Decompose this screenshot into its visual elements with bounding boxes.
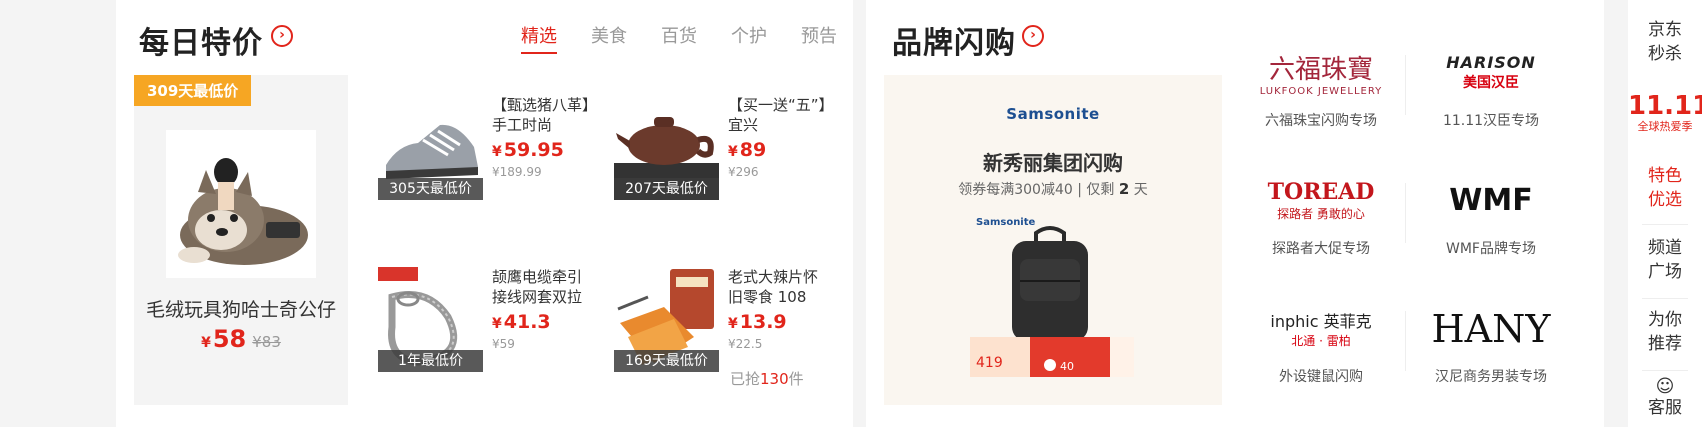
brand-lukfook[interactable]: 六福珠寶 LUKFOOK JEWELLERY 六福珠宝闪购专场 — [1236, 45, 1406, 165]
lowest-price-badge: 1年最低价 — [378, 350, 483, 372]
currency-symbol: ¥ — [728, 144, 738, 160]
sneaker-image: 305天最低价 — [378, 95, 483, 200]
category-tabs: 精选 美食 百货 个护 预告 — [487, 22, 837, 54]
banner-subtitle: 领券每满300减40 | 仅剩 2 天 — [958, 180, 1148, 198]
product-card[interactable]: 207天最低价 【买一送“五”】宜兴 ¥89 ¥296 — [614, 95, 834, 215]
lowest-price-badge: 305天最低价 — [378, 178, 483, 200]
product-price: ¥13.9 — [728, 311, 787, 333]
tab-care[interactable]: 个护 — [731, 22, 767, 54]
brand-flash-title: 品牌闪购 — [892, 26, 1016, 61]
daily-deals-panel: 每日特价 › 精选 美食 百货 个护 预告 309天最低价 毛绒玩具狗哈士奇公仔… — [116, 0, 853, 427]
product-card[interactable]: 1年最低价 颉鹰电缆牵引接线网套双拉 ¥41.3 ¥59 — [378, 267, 598, 387]
product-original-price: ¥296 — [728, 165, 759, 179]
brand-name: WMF品牌专场 — [1446, 241, 1536, 257]
product-name: 颉鹰电缆牵引接线网套双拉 — [492, 268, 583, 306]
wmf-logo: WMF — [1449, 182, 1533, 218]
lukfook-logo: 六福珠寶 LUKFOOK JEWELLERY — [1259, 54, 1383, 97]
nav-featured[interactable]: 特色优选 — [1628, 164, 1702, 212]
product-price-value: 41.3 — [503, 311, 551, 333]
banner-title: 新秀丽集团闪购 — [983, 151, 1123, 175]
lowest-price-badge: 169天最低价 — [614, 350, 719, 372]
currency-symbol: ¥ — [492, 316, 502, 332]
brand-name: 六福珠宝闪购专场 — [1265, 113, 1377, 129]
hany-logo: HANY — [1431, 306, 1551, 351]
double-eleven-icon: 11.11 — [1628, 91, 1702, 121]
product-price: ¥89 — [728, 139, 766, 161]
toread-logo: TOREAD 探路者 勇敢的心 — [1267, 179, 1375, 221]
divider — [1642, 298, 1688, 299]
product-name: 老式大辣片怀旧零食 108 — [728, 268, 819, 306]
product-original-price: ¥189.99 — [492, 165, 542, 179]
svg-text:40: 40 — [1060, 360, 1074, 373]
nav-recommend[interactable]: 为你推荐 — [1628, 308, 1702, 356]
currency-symbol: ¥ — [201, 335, 211, 351]
product-price-value: 13.9 — [739, 311, 787, 333]
divider — [1642, 224, 1688, 225]
brand-grid: 六福珠寶 LUKFOOK JEWELLERY 六福珠宝闪购专场 HARISON … — [1236, 45, 1576, 415]
lowest-price-badge: 207天最低价 — [614, 178, 719, 200]
tab-goods[interactable]: 百货 — [661, 22, 697, 54]
featured-product-name: 毛绒玩具狗哈士奇公仔 — [145, 299, 336, 321]
product-card[interactable]: 305天最低价 【甄选猪八革】手工时尚 ¥59.95 ¥189.99 — [378, 95, 598, 215]
chevron-right-circle-icon[interactable]: › — [1022, 25, 1044, 47]
right-sidebar-nav: 京东秒杀 11.11 全球热爱季 特色优选 频道广场 为你推荐 ☺ 客服 — [1628, 0, 1702, 427]
nav-channel-square[interactable]: 频道广场 — [1628, 236, 1702, 284]
daily-deals-title: 每日特价 — [139, 26, 263, 61]
product-price: ¥59.95 — [492, 139, 564, 161]
brand-flash-panel: 品牌闪购 › Samsonite 新秀丽集团闪购 领券每满300减40 | 仅剩… — [866, 0, 1604, 427]
product-name: 【买一送“五”】宜兴 — [728, 96, 827, 134]
samsonite-logo: Samsonite — [1006, 105, 1100, 123]
nav-customer-service[interactable]: ☺ 客服 — [1628, 378, 1702, 420]
product-original-price: ¥22.5 — [728, 337, 763, 351]
featured-original-price: ¥83 — [252, 333, 281, 351]
brand-inphic[interactable]: inphic 英菲克 北通 · 雷柏 外设键鼠闪购 — [1236, 301, 1406, 421]
nav-jd-seckill[interactable]: 京东秒杀 — [1628, 18, 1702, 66]
tab-preview[interactable]: 预告 — [801, 22, 837, 54]
chevron-right-circle-icon[interactable]: › — [271, 25, 293, 47]
lowest-price-badge: 309天最低价 — [134, 75, 252, 106]
featured-price: ¥58 ¥83 — [134, 325, 348, 353]
brand-wmf[interactable]: WMF WMF品牌专场 — [1406, 173, 1576, 293]
brand-toread[interactable]: TOREAD 探路者 勇敢的心 探路者大促专场 — [1236, 173, 1406, 293]
teapot-image: 207天最低价 — [614, 95, 719, 200]
cable-sock-image: 1年最低价 — [378, 267, 483, 372]
promo-strip: 419 40 — [970, 337, 1134, 377]
product-price-value: 89 — [739, 139, 767, 161]
product-price-value: 59.95 — [503, 139, 564, 161]
brand-name: 外设键鼠闪购 — [1279, 369, 1363, 385]
inphic-logo: inphic 英菲克 北通 · 雷柏 — [1270, 312, 1372, 348]
harison-logo: HARISON 美国汉臣 — [1446, 53, 1536, 91]
product-price: ¥41.3 — [492, 311, 551, 333]
sold-count: 已抢130件 — [730, 370, 804, 388]
husky-plush-image — [166, 130, 316, 278]
product-original-price: ¥59 — [492, 337, 515, 351]
brand-hany[interactable]: HANY 汉尼商务男装专场 — [1406, 301, 1576, 421]
brand-name: 汉尼商务男装专场 — [1435, 369, 1547, 385]
featured-product[interactable]: 309天最低价 毛绒玩具狗哈士奇公仔 ¥58 ¥83 — [134, 75, 348, 405]
brand-name: 11.11汉臣专场 — [1442, 113, 1540, 129]
product-name: 【甄选猪八革】手工时尚 — [492, 96, 590, 134]
spicy-strips-image: 169天最低价 — [614, 267, 719, 372]
featured-price-value: 58 — [212, 325, 247, 353]
chat-icon: ☺ — [1655, 376, 1675, 397]
brand-harison[interactable]: HARISON 美国汉臣 11.11汉臣专场 — [1406, 45, 1576, 165]
svg-text:419: 419 — [976, 355, 1003, 371]
tab-selected[interactable]: 精选 — [521, 22, 557, 54]
nav-promo[interactable]: 11.11 全球热爱季 — [1628, 92, 1702, 134]
tab-food[interactable]: 美食 — [591, 22, 627, 54]
backpack-image — [1006, 225, 1094, 345]
brand-name: 探路者大促专场 — [1272, 241, 1370, 257]
divider — [1642, 370, 1688, 371]
samsonite-banner[interactable]: Samsonite 新秀丽集团闪购 领券每满300减40 | 仅剩 2 天 Sa… — [884, 75, 1222, 405]
currency-symbol: ¥ — [728, 316, 738, 332]
currency-symbol: ¥ — [492, 144, 502, 160]
